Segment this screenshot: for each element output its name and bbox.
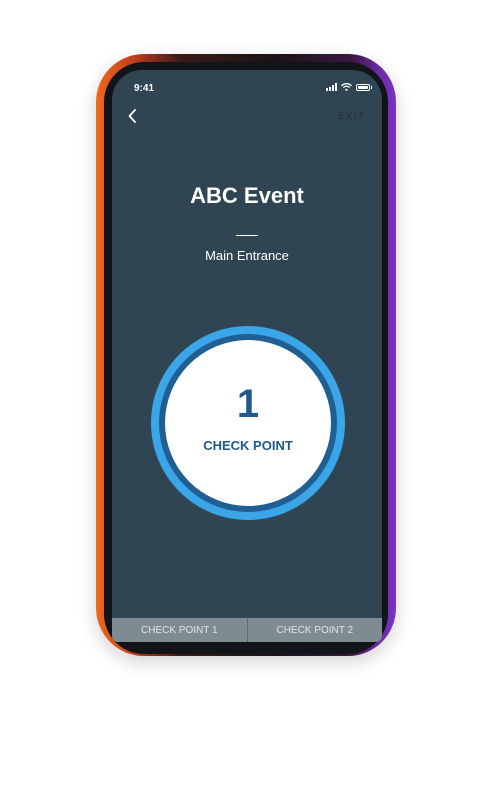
checkpoint-label: CHECK POINT xyxy=(203,438,293,453)
checkpoint-tabbar: CHECK POINT 1 CHECK POINT 2 xyxy=(112,618,382,642)
signal-icon xyxy=(326,83,337,91)
checkpoint-number: 1 xyxy=(236,382,260,426)
checkpoint-button[interactable]: 1 CHECK POINT xyxy=(165,340,331,506)
status-time: 9:41 xyxy=(134,83,155,94)
event-location: Main Entrance xyxy=(205,248,289,263)
battery-icon xyxy=(356,83,372,91)
title-divider xyxy=(236,235,258,236)
stage: 9:41 EXIT ABC Event Main Entrance 1 CHEC… xyxy=(0,0,495,796)
exit-button[interactable]: EXIT xyxy=(338,111,366,121)
tab-check-point-1[interactable]: CHECK POINT 1 xyxy=(112,618,247,642)
back-button[interactable] xyxy=(124,106,144,126)
event-title: ABC Event xyxy=(190,183,304,208)
back-chevron-icon xyxy=(128,109,136,123)
wifi-icon xyxy=(341,83,352,91)
status-icons xyxy=(326,83,372,91)
phone-screen: 9:41 EXIT ABC Event Main Entrance 1 CHEC… xyxy=(112,70,382,642)
tab-check-point-2[interactable]: CHECK POINT 2 xyxy=(246,618,383,642)
